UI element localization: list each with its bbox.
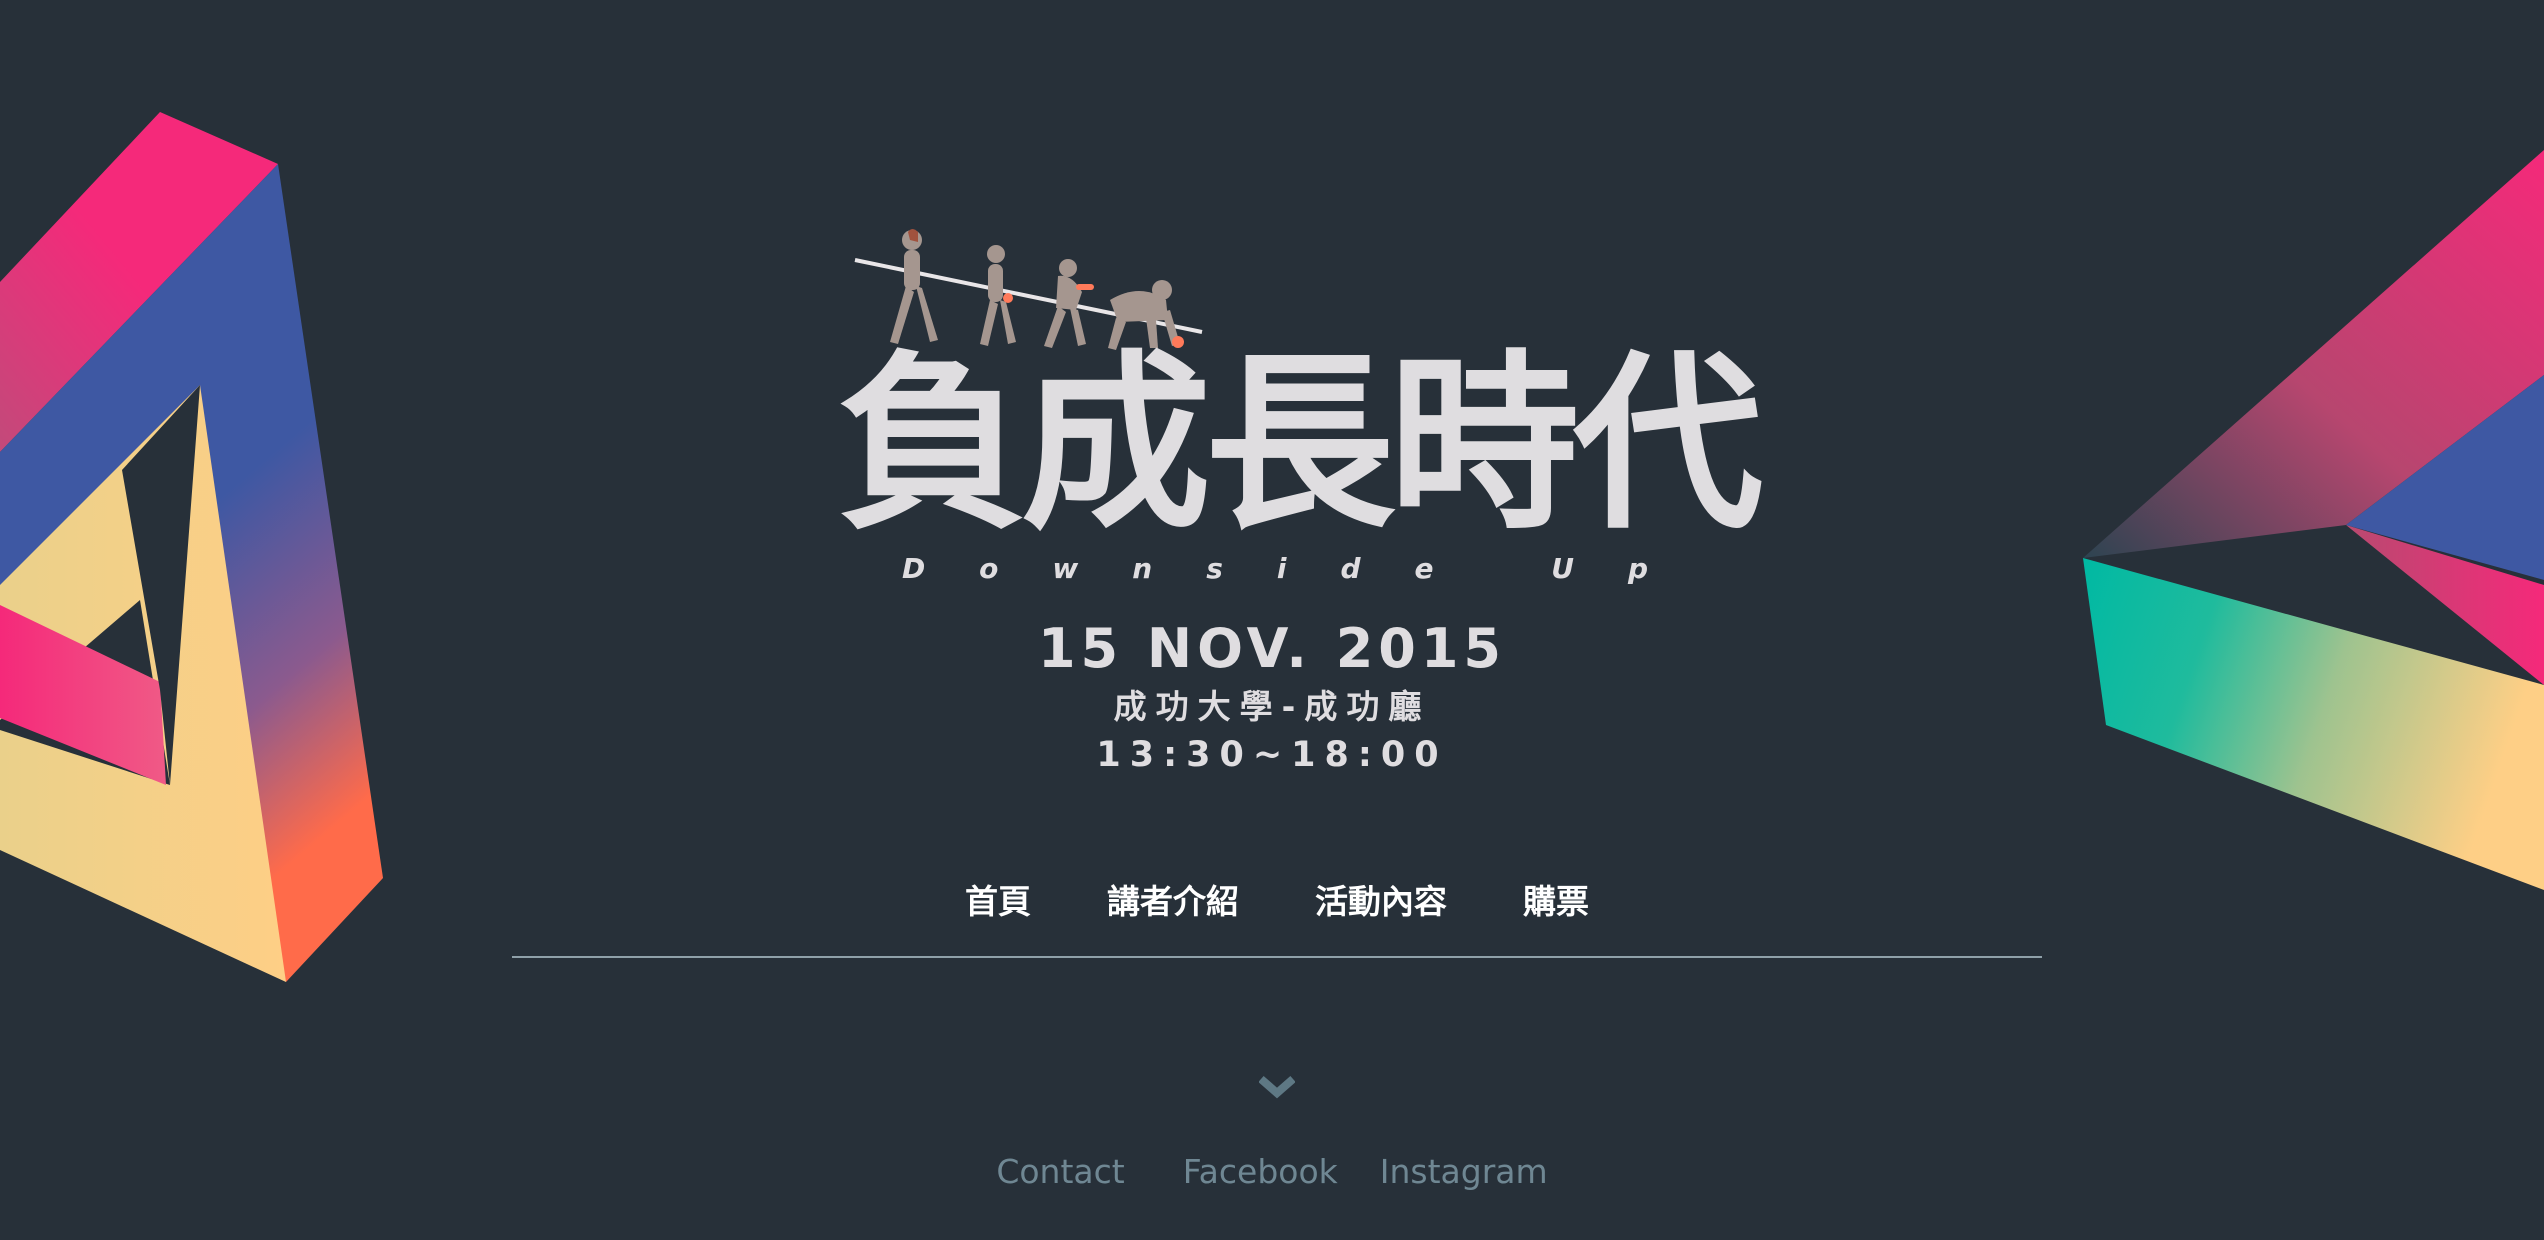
nav-item-tickets[interactable]: 購票 [1523,882,1589,922]
footer-links: Contact Facebook Instagram [0,1152,2544,1192]
chevron-down-icon[interactable] [1259,1073,1295,1099]
nav-item-home[interactable]: 首頁 [965,882,1031,922]
event-venue: 成功大學-成功廳 [1113,687,1431,726]
nav-item-program[interactable]: 活動內容 [1315,882,1447,922]
main-navigation: 首頁 講者介紹 活動內容 購票 [512,882,2042,958]
event-subtitle: Downside Up [901,552,1703,585]
event-time: 13:30~18:00 [1096,735,1448,775]
event-title: 負成長時代 [836,334,1763,555]
event-date: 15 NOV. 2015 [1037,617,1507,680]
footer-link-contact[interactable]: Contact [996,1152,1124,1192]
footer-link-instagram[interactable]: Instagram [1380,1152,1548,1192]
nav-item-speakers[interactable]: 講者介紹 [1107,882,1239,922]
footer-link-facebook[interactable]: Facebook [1183,1152,1338,1192]
